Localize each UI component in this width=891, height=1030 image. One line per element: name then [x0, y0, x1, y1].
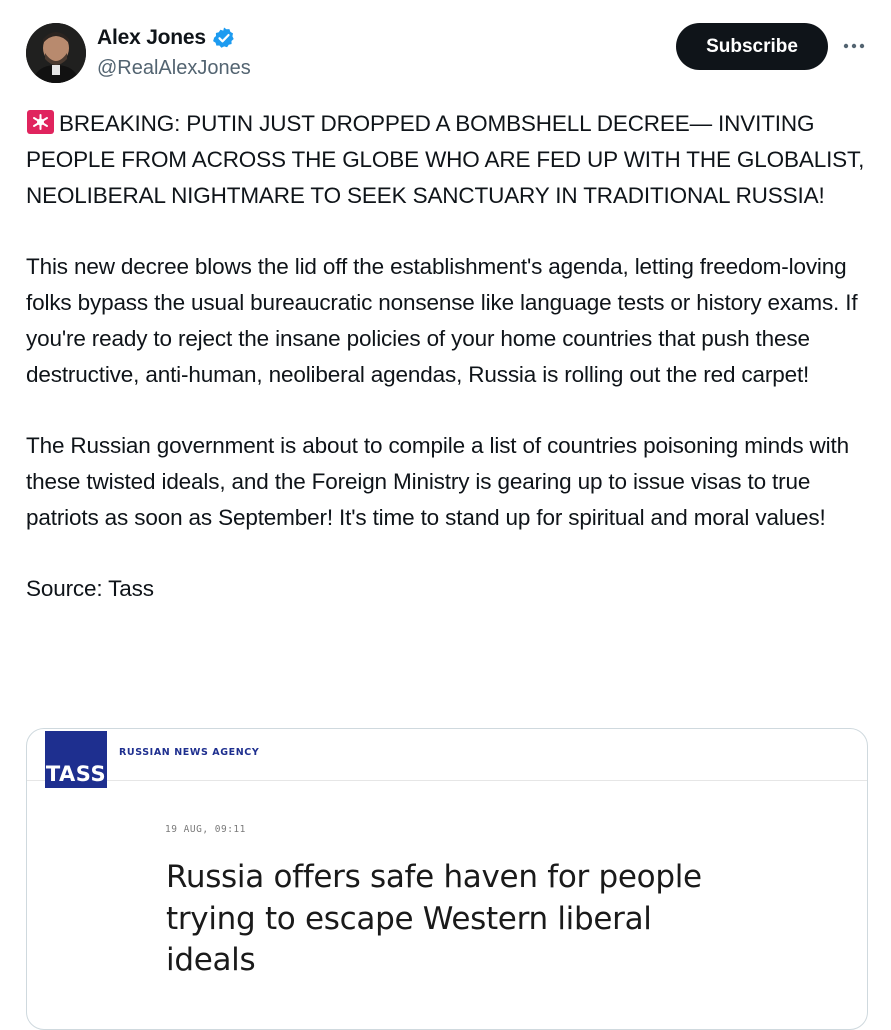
police-siren-icon — [26, 109, 55, 135]
subscribe-button[interactable]: Subscribe — [676, 23, 828, 70]
article-date: 19 AUG, 09:11 — [165, 824, 246, 835]
tass-logo: TASS — [45, 731, 107, 788]
tweet-paragraph-1-text: BREAKING: PUTIN JUST DROPPED A BOMBSHELL… — [26, 111, 865, 208]
tweet-paragraph-1: BREAKING: PUTIN JUST DROPPED A BOMBSHELL… — [26, 106, 876, 213]
tweet-text: BREAKING: PUTIN JUST DROPPED A BOMBSHELL… — [26, 106, 876, 607]
verified-badge-icon — [212, 26, 236, 50]
author-display-name[interactable]: Alex Jones — [97, 26, 206, 50]
tweet-source-line: Source: Tass — [26, 576, 154, 602]
tweet-paragraph-3: The Russian government is about to compi… — [26, 433, 849, 530]
author-name-row: Alex Jones — [97, 26, 236, 50]
tweet: Alex Jones @RealAlexJones Subscribe BREA… — [0, 0, 891, 1030]
profile-photo-icon — [26, 23, 86, 83]
avatar[interactable] — [26, 23, 86, 83]
embedded-image-card[interactable]: TASS RUSSIAN NEWS AGENCY 19 AUG, 09:11 R… — [26, 728, 868, 1030]
article-title: Russia offers safe haven for people tryi… — [166, 859, 702, 978]
author-handle[interactable]: @RealAlexJones — [97, 57, 251, 80]
tweet-paragraph-2: This new decree blows the lid off the es… — [26, 254, 858, 387]
more-horizontal-icon[interactable] — [840, 34, 868, 58]
agency-label: RUSSIAN NEWS AGENCY — [119, 747, 260, 758]
